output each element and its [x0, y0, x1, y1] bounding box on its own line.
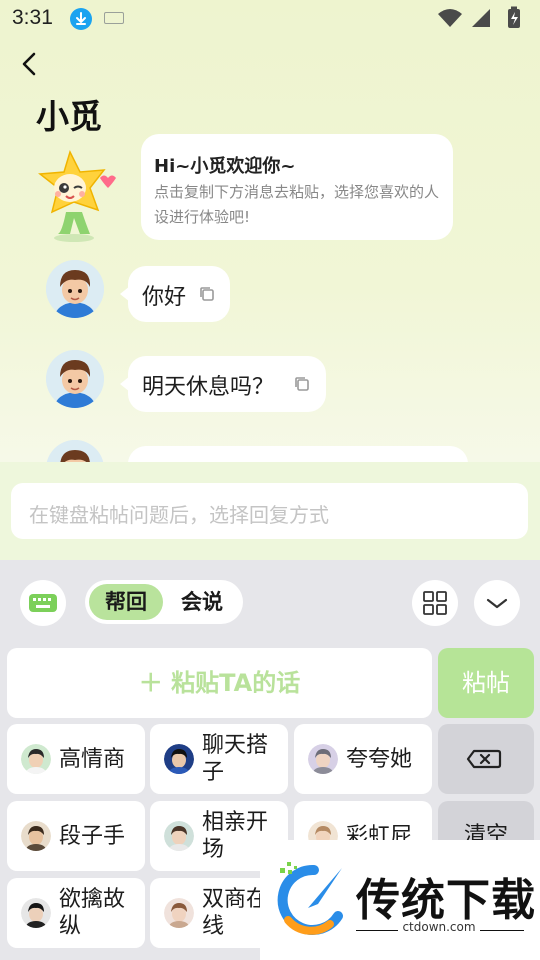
watermark-url: ctdown.com	[364, 920, 514, 934]
paste-ta-button[interactable]: ＋ 粘贴TA的话	[7, 648, 432, 718]
status-bar: 3:31	[0, 0, 540, 36]
tab-bang-hui[interactable]: 帮回	[89, 584, 163, 620]
copy-icon[interactable]	[292, 374, 312, 394]
keyboard-status-icon	[104, 12, 124, 24]
style-key[interactable]: 段子手	[7, 801, 145, 871]
reply-mode-tabs: 帮回 会说	[85, 580, 243, 624]
chat-area[interactable]: Hi~小觅欢迎你~ 点击复制下方消息去粘贴，选择您喜欢的人设进行体验吧! 你好 …	[0, 130, 540, 462]
avatar	[21, 744, 51, 774]
signal-battery-icons	[438, 6, 520, 28]
avatar	[164, 821, 194, 851]
welcome-bubble: Hi~小觅欢迎你~ 点击复制下方消息去粘贴，选择您喜欢的人设进行体验吧!	[141, 134, 453, 240]
style-key[interactable]: 欲擒故纵	[7, 878, 145, 948]
question-input[interactable]: 在键盘粘帖问题后，选择回复方式	[11, 483, 528, 539]
keyboard-icon	[29, 594, 57, 612]
paste-ta-label: ＋ 粘贴TA的话	[138, 669, 301, 697]
app-root: 3:31 小觅 Hi~小觅欢迎你~ 点击复制下方消息去粘贴，选择您喜欢的人设进行…	[0, 0, 540, 960]
input-area: 在键盘粘帖问题后，选择回复方式	[0, 462, 540, 560]
style-key[interactable]: 高情商	[7, 724, 145, 794]
style-key[interactable]: 聊天搭子	[150, 724, 288, 794]
message-bubble[interactable]: 你好	[120, 266, 230, 322]
download-icon	[70, 8, 92, 30]
message-bubble[interactable]	[128, 446, 468, 462]
watermark-title: 传统下载	[356, 875, 536, 926]
grid-icon	[423, 591, 447, 615]
backspace-icon	[466, 749, 502, 769]
style-key[interactable]: 夸夸她	[294, 724, 432, 794]
input-placeholder: 在键盘粘帖问题后，选择回复方式	[29, 503, 329, 527]
tab-hui-shuo[interactable]: 会说	[165, 584, 239, 620]
chevron-down-icon	[486, 598, 508, 609]
back-button[interactable]	[14, 48, 46, 80]
delete-key[interactable]	[438, 724, 534, 794]
avatar	[308, 744, 338, 774]
paste-button[interactable]: 粘帖	[438, 648, 534, 718]
chevron-left-icon	[22, 52, 36, 76]
message-text: 你好	[142, 285, 187, 310]
style-label: 夸夸她	[346, 746, 413, 772]
copy-icon[interactable]	[197, 284, 217, 304]
avatar	[46, 260, 104, 318]
welcome-description: 点击复制下方消息去粘贴，选择您喜欢的人设进行体验吧!	[154, 183, 440, 226]
style-label: 欲擒故纵	[59, 887, 126, 939]
message-bubble[interactable]: 明天休息吗？	[120, 356, 326, 412]
avatar	[46, 350, 104, 408]
mascot-star-avatar	[38, 149, 116, 242]
collapse-button[interactable]	[474, 580, 520, 626]
keyboard-switch-button[interactable]	[20, 580, 66, 626]
avatar	[21, 898, 51, 928]
watermark-logo	[277, 862, 343, 935]
welcome-title: Hi~小觅欢迎你~	[154, 156, 296, 177]
style-label: 高情商	[59, 746, 126, 772]
style-label: 段子手	[59, 823, 126, 849]
watermark: 传统下载 ctdown.com	[260, 840, 540, 960]
avatar	[21, 821, 51, 851]
style-label: 聊天搭子	[202, 733, 269, 785]
avatar	[164, 744, 194, 774]
message-text: 明天休息吗？	[142, 375, 275, 400]
status-time: 3:31	[12, 6, 53, 29]
grid-button[interactable]	[412, 580, 458, 626]
avatar	[46, 440, 104, 462]
avatar	[164, 898, 194, 928]
